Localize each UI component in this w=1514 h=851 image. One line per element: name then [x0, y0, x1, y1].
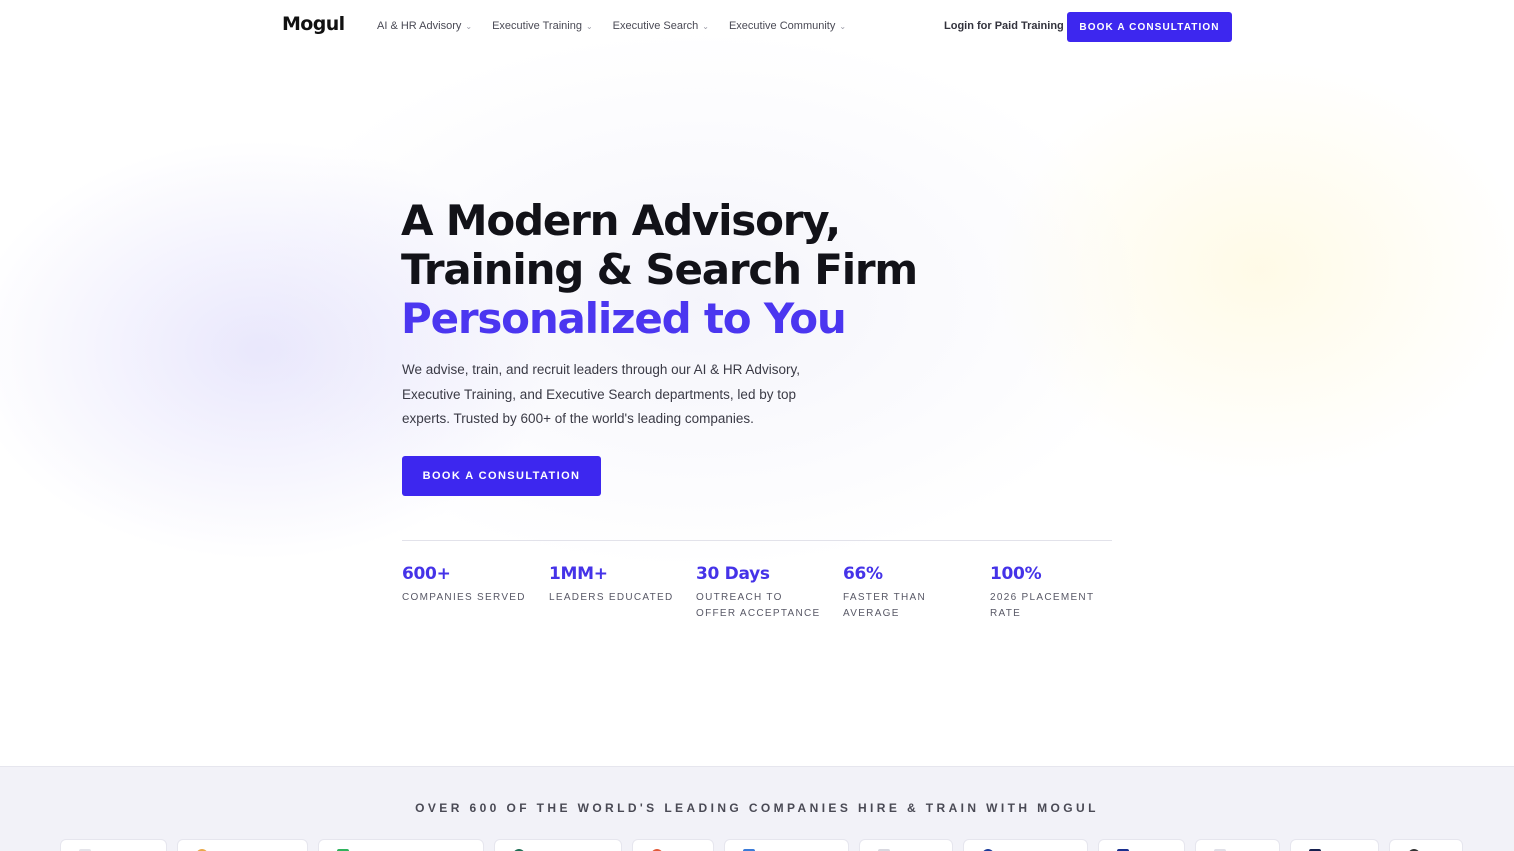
stats-row: 600+ COMPANIES SERVED 1MM+ LEADERS EDUCA… [402, 564, 1137, 622]
stat-label: OUTREACH TO OFFER ACCEPTANCE [696, 592, 821, 619]
client-logo [177, 839, 308, 851]
nav-item-executive-search[interactable]: Executive Search ⌄ [613, 20, 709, 32]
stat-value: 66% [843, 564, 883, 584]
client-logos-title: OVER 600 OF THE WORLD'S LEADING COMPANIE… [415, 801, 1099, 815]
client-logo [1389, 839, 1463, 851]
nav-item-label: Executive Training [492, 20, 582, 32]
nav-item-label: AI & HR Advisory [377, 20, 462, 32]
nav-item-ai-hr-advisory[interactable]: AI & HR Advisory ⌄ [377, 20, 472, 32]
login-link[interactable]: Login for Paid Training [944, 20, 1064, 32]
client-logo [963, 839, 1088, 851]
client-logo [1098, 839, 1185, 851]
mogul-logo[interactable]: Mogul [282, 13, 345, 35]
hero-headline: A Modern Advisory, Training & Search Fir… [401, 196, 1121, 343]
stat-label: LEADERS EDUCATED [549, 592, 674, 603]
nav-item-executive-training[interactable]: Executive Training ⌄ [492, 20, 593, 32]
stat-outreach-to-offer: 30 Days OUTREACH TO OFFER ACCEPTANCE [696, 564, 843, 622]
client-logo [1195, 839, 1280, 851]
client-logo [318, 839, 484, 851]
client-logo [1290, 839, 1379, 851]
headline-line-1: A Modern Advisory, [401, 196, 841, 245]
headline-line-2: Training & Search Firm [401, 245, 918, 294]
stat-faster-than-average: 66% FASTER THAN AVERAGE [843, 564, 990, 622]
client-logo [724, 839, 849, 851]
stat-placement-rate: 100% 2026 PLACEMENT RATE [990, 564, 1137, 622]
client-logo [60, 839, 167, 851]
stat-value: 100% [990, 564, 1042, 584]
chevron-down-icon: ⌄ [839, 21, 847, 31]
top-navigation: Mogul AI & HR Advisory ⌄ Executive Train… [0, 0, 1514, 54]
nav-item-label: Executive Community [728, 20, 836, 32]
headline-accent: Personalized to You [401, 294, 847, 343]
stat-leaders-educated: 1MM+ LEADERS EDUCATED [549, 564, 696, 622]
book-consultation-hero-button[interactable]: BOOK A CONSULTATION [402, 456, 601, 496]
nav-item-label: Executive Search [612, 20, 699, 32]
stat-label: 2026 PLACEMENT RATE [990, 592, 1095, 619]
stats-divider [402, 540, 1112, 541]
stat-label: FASTER THAN AVERAGE [843, 592, 927, 619]
stat-label: COMPANIES SERVED [402, 592, 526, 603]
book-consultation-nav-button[interactable]: BOOK A CONSULTATION [1067, 12, 1232, 42]
nav-item-executive-community[interactable]: Executive Community ⌄ [729, 20, 846, 32]
client-logo [632, 839, 714, 851]
stat-value: 600+ [402, 564, 451, 584]
client-logos-section: OVER 600 OF THE WORLD'S LEADING COMPANIE… [0, 766, 1514, 851]
client-logo [494, 839, 622, 851]
main-menu: AI & HR Advisory ⌄ Executive Training ⌄ … [377, 20, 866, 32]
stat-companies-served: 600+ COMPANIES SERVED [402, 564, 549, 622]
client-logo [859, 839, 953, 851]
chevron-down-icon: ⌄ [465, 21, 473, 31]
chevron-down-icon: ⌄ [585, 21, 593, 31]
hero-description: We advise, train, and recruit leaders th… [402, 362, 800, 426]
stat-value: 30 Days [696, 564, 770, 584]
stat-value: 1MM+ [549, 564, 608, 584]
chevron-down-icon: ⌄ [702, 21, 709, 31]
